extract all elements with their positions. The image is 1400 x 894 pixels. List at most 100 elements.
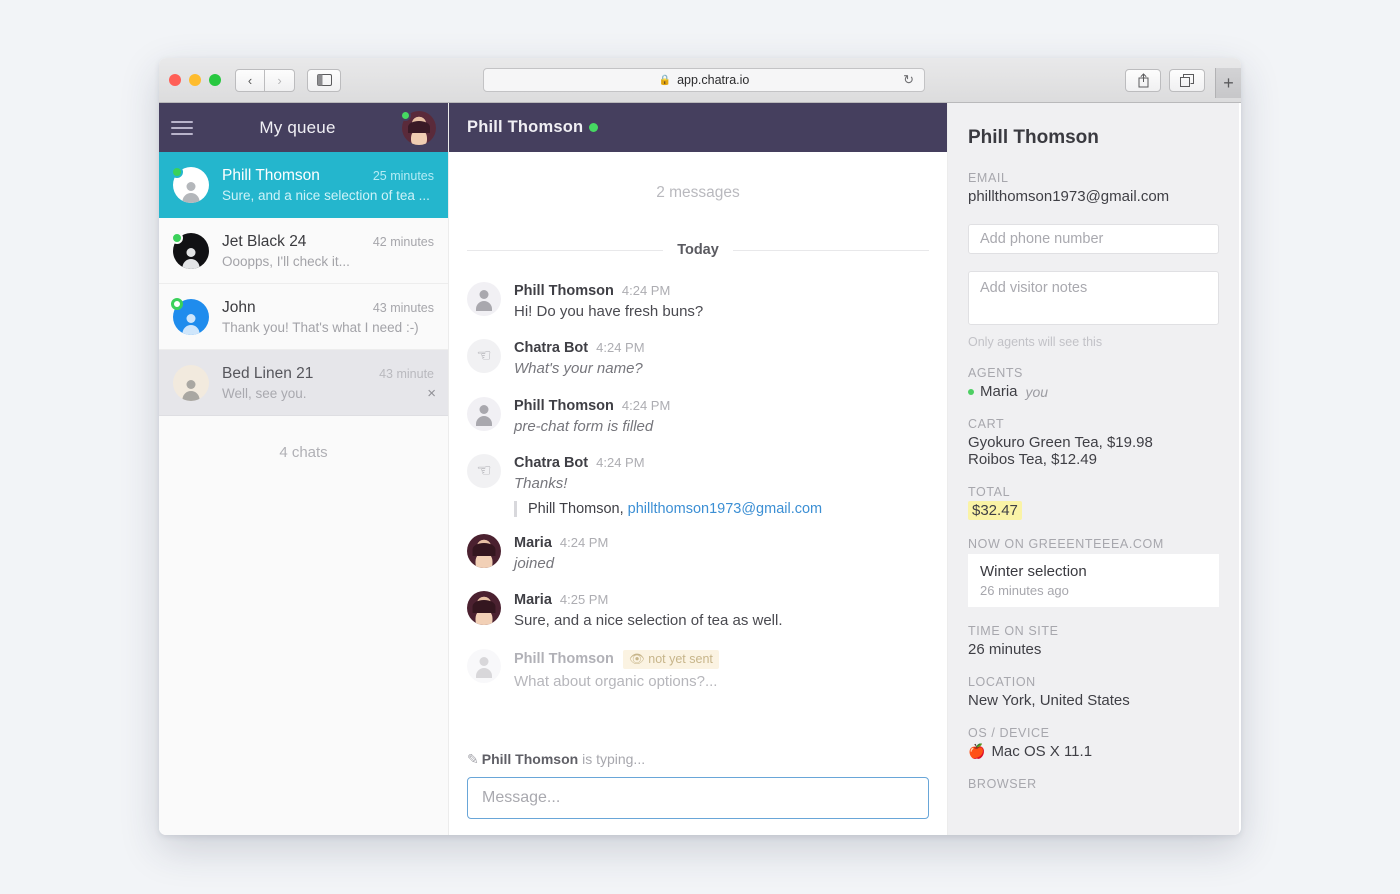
now-on-card[interactable]: Winter selection 26 minutes ago xyxy=(968,554,1219,607)
cart-item: Roibos Tea, $12.49 xyxy=(968,451,1097,468)
close-chat-icon[interactable]: × xyxy=(427,386,436,401)
os-device-label: OS / DEVICE xyxy=(968,726,1050,740)
visitor-notes-input[interactable] xyxy=(968,271,1219,325)
message-text: What's your name? xyxy=(514,360,643,378)
chat-item-text: Jet Black 24 42 minutes Ooopps, I'll che… xyxy=(222,233,434,269)
close-window-button[interactable] xyxy=(169,74,181,86)
share-glyph xyxy=(1138,72,1148,87)
message-item: Maria 4:24 PM joined xyxy=(467,534,929,574)
message-time: 4:24 PM xyxy=(621,283,671,298)
agents-label: AGENTS xyxy=(968,366,1023,380)
message-avatar-guest-icon xyxy=(467,282,501,316)
separator-line-left xyxy=(467,249,664,251)
address-bar[interactable]: 🔒 app.chatra.io ↻ xyxy=(483,68,925,92)
message-time: 4:24 PM xyxy=(559,535,609,550)
app-body: My queue Phill Thomson 25 minutes Sure, … xyxy=(159,103,1241,835)
agent-online-dot-icon xyxy=(968,388,974,395)
message-body: Phill Thomson 4:24 PM Hi! Do you have fr… xyxy=(514,282,929,322)
notes-hint: Only agents will see this xyxy=(968,335,1103,349)
email-label: EMAIL xyxy=(968,171,1009,185)
chat-item-time: 42 minutes xyxy=(372,234,434,249)
chat-list-item-phill-thomson[interactable]: Phill Thomson 25 minutes Sure, and a nic… xyxy=(159,152,448,218)
minimize-window-button[interactable] xyxy=(189,74,201,86)
chat-item-time: 43 minute xyxy=(379,366,434,381)
avatar xyxy=(171,231,209,269)
separator-line-right xyxy=(732,249,929,251)
chat-list-item-john[interactable]: John 43 minutes Thank you! That's what I… xyxy=(159,284,448,350)
message-avatar-bot-icon: ☜ xyxy=(467,339,501,374)
field-email: EMAIL phillthomson1973@gmail.com xyxy=(968,171,1219,205)
message-scroll-area[interactable]: 2 messages Today Phill Thomson 4:24 PM H… xyxy=(449,152,947,749)
message-author: Phill Thomson xyxy=(514,283,614,299)
pencil-icon: ✎ xyxy=(467,751,479,767)
browser-toolbar: ‹ › 🔒 app.chatra.io ↻ + xyxy=(159,58,1241,103)
chat-item-text: John 43 minutes Thank you! That's what I… xyxy=(222,299,434,335)
message-body: Phill Thomson 4:24 PM pre-chat form is f… xyxy=(514,397,929,437)
message-text: Sure, and a nice selection of tea as wel… xyxy=(514,612,783,630)
chat-item-name: Phill Thomson xyxy=(222,166,320,184)
cart-label: CART xyxy=(968,417,1005,431)
apple-icon: 🍎 xyxy=(968,743,986,759)
field-phone xyxy=(968,222,1219,254)
field-now-on: NOW ON GREEENTEEEA.COM Winter selection … xyxy=(968,537,1219,607)
conversation-title: Phill Thomson xyxy=(467,118,584,136)
chat-item-text: Bed Linen 21 43 minute Well, see you. xyxy=(222,365,434,401)
online-indicator xyxy=(171,165,183,178)
message-author: Maria xyxy=(514,535,552,551)
message-avatar-guest-icon xyxy=(467,396,501,431)
message-input[interactable] xyxy=(467,777,929,819)
current-agent-avatar[interactable] xyxy=(400,109,436,145)
chat-list-item-jet-black-24[interactable]: Jet Black 24 42 minutes Ooopps, I'll che… xyxy=(159,218,448,284)
message-body: Chatra Bot 4:24 PM What's your name? xyxy=(514,339,929,379)
message-body: Phill Thomson 👁 not yet sent What about … xyxy=(514,649,929,692)
email-value: phillthomson1973@gmail.com xyxy=(968,188,1170,205)
chat-list-item-bed-linen-21[interactable]: Bed Linen 21 43 minute Well, see you. × xyxy=(159,350,448,416)
message-item: Phill Thomson 4:24 PM pre-chat form is f… xyxy=(467,396,929,437)
new-tab-button[interactable]: + xyxy=(1215,68,1241,98)
window-traffic-lights xyxy=(169,74,221,86)
typing-indicator: ✎ Phill Thomson is typing... xyxy=(449,749,947,777)
os-device-value: Mac OS X 11.1 xyxy=(991,743,1093,760)
field-browser: BROWSER xyxy=(968,777,1219,791)
chat-item-text: Phill Thomson 25 minutes Sure, and a nic… xyxy=(222,167,434,203)
back-button[interactable]: ‹ xyxy=(235,68,265,92)
agent-row: Maria you xyxy=(968,383,1219,400)
time-on-site-label: TIME ON SITE xyxy=(968,624,1059,638)
maximize-window-button[interactable] xyxy=(209,74,221,86)
forward-button[interactable]: › xyxy=(265,68,295,92)
message-text: Hi! Do you have fresh buns? xyxy=(514,303,704,320)
message-item: ☜ Chatra Bot 4:24 PM What's your name? xyxy=(467,339,929,379)
field-notes: Only agents will see this xyxy=(968,271,1219,349)
status-badge: 👁 not yet sent xyxy=(622,649,719,669)
quote-email-link[interactable]: phillthomson1973@gmail.com xyxy=(628,501,822,517)
tabs-icon[interactable] xyxy=(1169,68,1205,92)
sidebar-icon[interactable] xyxy=(307,68,341,92)
now-on-timestamp: 26 minutes ago xyxy=(980,583,1069,598)
now-on-label: NOW ON GREEENTEEEA.COM xyxy=(968,537,1164,551)
conversation-panel: Phill Thomson 2 messages Today Phill Tho… xyxy=(448,103,948,835)
navigation-buttons: ‹ › xyxy=(235,68,295,92)
now-on-page-title: Winter selection xyxy=(980,563,1087,580)
message-body: Maria 4:24 PM joined xyxy=(514,534,929,574)
message-avatar-guest-icon xyxy=(467,648,501,683)
toolbar-right-buttons: + xyxy=(1117,62,1241,98)
composer xyxy=(449,777,947,835)
message-author: Phill Thomson xyxy=(514,650,614,667)
share-icon[interactable] xyxy=(1125,68,1161,92)
hamburger-icon[interactable] xyxy=(171,120,193,135)
message-item: Maria 4:25 PM Sure, and a nice selection… xyxy=(467,591,929,631)
chat-count-label: 4 chats xyxy=(279,444,328,461)
message-time: 4:24 PM xyxy=(621,397,671,413)
reload-icon[interactable]: ↻ xyxy=(903,72,914,88)
online-indicator xyxy=(171,297,183,310)
phone-input[interactable] xyxy=(968,224,1219,254)
total-value: $32.47 xyxy=(968,501,1022,520)
os-device-value-row: 🍎 Mac OS X 11.1 xyxy=(968,743,1219,760)
field-time-on-site: TIME ON SITE 26 minutes xyxy=(968,624,1219,658)
message-time: 4:25 PM xyxy=(559,592,609,608)
message-body: Chatra Bot 4:24 PM Thanks! Phill Thomson… xyxy=(514,454,929,517)
chat-item-time: 43 minutes xyxy=(372,300,434,315)
message-text: What about organic options?... xyxy=(514,672,718,690)
visitor-online-indicator xyxy=(589,123,599,132)
day-separator: Today xyxy=(467,242,929,258)
